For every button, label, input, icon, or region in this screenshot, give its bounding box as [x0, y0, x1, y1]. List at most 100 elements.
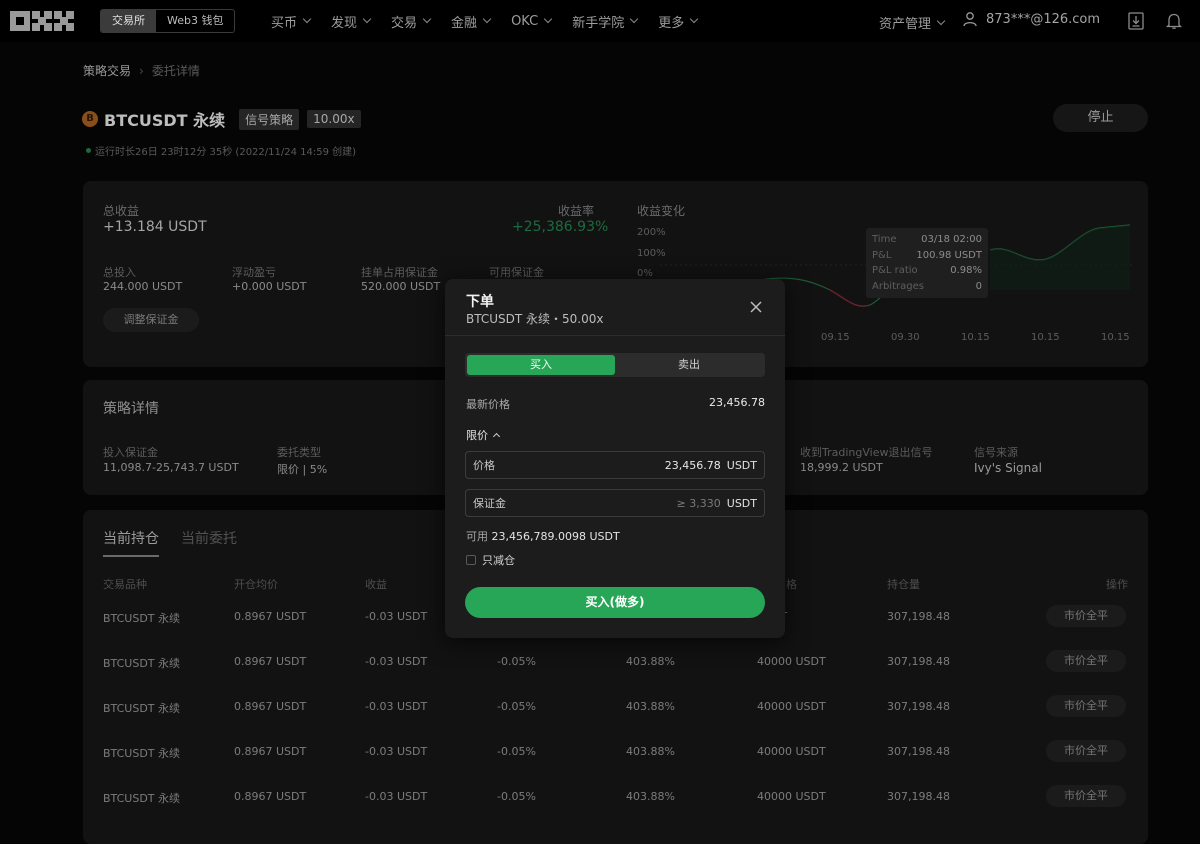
buy-tab[interactable]: 买入 [467, 355, 615, 375]
close-position-button[interactable]: 市价全平 [1046, 695, 1126, 717]
menu-buy-crypto[interactable]: 买币 [271, 12, 312, 31]
menu-finance[interactable]: 金融 [451, 12, 492, 31]
price-field[interactable]: 价格 USDT [465, 451, 765, 479]
strategy-details-title: 策略详情 [103, 401, 159, 417]
modal-subtitle: BTCUSDT 永续・50.00x [466, 312, 604, 326]
column-header: 操作 [1106, 578, 1128, 591]
adjust-margin-button[interactable]: 调整保证金 [103, 308, 199, 332]
table-cell: 40000 USDT [757, 790, 826, 803]
close-position-button[interactable]: 市价全平 [1046, 650, 1126, 672]
modal-title: 下单 [466, 294, 494, 310]
main-menu: 买币 发现 交易 金融 OKC 新手学院 更多 [271, 0, 718, 42]
stat-value: 244.000 USDT [103, 280, 183, 293]
yield-label: 收益率 [558, 204, 595, 218]
menu-academy[interactable]: 新手学院 [572, 12, 639, 31]
table-cell: -0.05% [497, 790, 536, 803]
reduce-only-label: 只减仓 [482, 554, 515, 567]
chart-title: 收益变化 [637, 204, 686, 218]
breadcrumb-strategy-trading[interactable]: 策略交易 [83, 62, 131, 79]
detail-value: 限价 | 5% [277, 463, 328, 476]
table-cell: 0.8967 USDT [234, 610, 307, 623]
running-dot-icon [86, 148, 91, 153]
stop-button[interactable]: 停止 [1053, 104, 1148, 132]
x-tick-label: 09.30 [891, 332, 920, 343]
table-cell: 0.8967 USDT [234, 700, 307, 713]
close-position-button[interactable]: 市价全平 [1046, 740, 1126, 762]
bell-icon[interactable] [1164, 11, 1184, 31]
stat-label: 总投入 [103, 266, 136, 279]
column-header: 格 [786, 578, 797, 591]
sell-tab[interactable]: 卖出 [615, 355, 763, 375]
close-icon[interactable] [748, 299, 764, 315]
table-cell: -0.03 USDT [365, 790, 428, 803]
tab-current-orders[interactable]: 当前委托 [181, 528, 237, 557]
menu-discover[interactable]: 发现 [331, 12, 372, 31]
x-tick-label: 10.15 [961, 332, 990, 343]
table-cell: 403.88% [626, 745, 675, 758]
download-icon[interactable] [1126, 11, 1146, 31]
chart-tooltip: Time 03/18 02:00 P&L 100.98 USDT P&L ratio… [866, 228, 988, 298]
table-cell: 403.88% [626, 655, 675, 668]
detail-value: 11,098.7-25,743.7 USDT [103, 461, 239, 474]
table-cell: 403.88% [626, 790, 675, 803]
table-cell: 0.8967 USDT [234, 655, 307, 668]
price-input[interactable] [610, 458, 721, 472]
buy-long-button[interactable]: 买入(做多) [465, 587, 765, 618]
close-position-button[interactable]: 市价全平 [1046, 605, 1126, 627]
stat-label: 挂单占用保证金 [361, 266, 438, 279]
table-cell: BTCUSDT 永续 [103, 792, 181, 805]
column-header: 持仓量 [887, 578, 920, 591]
table-cell: 40000 USDT [757, 655, 826, 668]
price-label: 价格 [473, 459, 495, 472]
profit-area [990, 225, 1130, 290]
menu-more[interactable]: 更多 [658, 12, 699, 31]
available-label: 可用 [466, 530, 488, 543]
user-account[interactable]: 873***@126.com [962, 11, 1100, 27]
order-type-label: 限价 [466, 429, 488, 442]
table-cell: BTCUSDT 永续 [103, 747, 181, 760]
table-cell: 0.8967 USDT [234, 790, 307, 803]
stat-label: 可用保证金 [489, 266, 544, 279]
positions-tabs: 当前持仓 当前委托 [103, 528, 237, 557]
chevron-down-icon [302, 14, 312, 24]
x-tick-label: 09.15 [821, 332, 850, 343]
table-cell: BTCUSDT 永续 [103, 702, 181, 715]
table-cell: 403.88% [626, 700, 675, 713]
chevron-up-icon [492, 432, 501, 441]
strategy-type-tag: 信号策略 [239, 108, 300, 130]
total-profit-label: 总收益 [103, 204, 140, 218]
btc-coin-icon: B [82, 111, 98, 127]
profit-line-negative [829, 289, 871, 307]
table-cell: BTCUSDT 永续 [103, 657, 181, 670]
segment-web3-wallet[interactable]: Web3 钱包 [156, 10, 234, 32]
table-cell: 40000 USDT [757, 700, 826, 713]
table-cell: BTCUSDT 永续 [103, 612, 181, 625]
order-modal: 下单 BTCUSDT 永续・50.00x 买入 卖出 最新价格 23,456.7… [445, 279, 785, 638]
table-cell: -0.03 USDT [365, 655, 428, 668]
order-type-dropdown[interactable]: 限价 [466, 427, 501, 443]
reduce-only-option[interactable]: 只减仓 [466, 552, 515, 568]
available-value: 23,456,789.0098 USDT [491, 530, 620, 543]
close-position-button[interactable]: 市价全平 [1046, 785, 1126, 807]
menu-okc[interactable]: OKC [511, 14, 553, 29]
x-tick-label: 10.15 [1031, 332, 1060, 343]
modal-divider [445, 335, 785, 336]
table-cell: 307,198.48 [887, 610, 950, 623]
menu-asset-management[interactable]: 资产管理 [879, 13, 946, 32]
column-header: 收益 [365, 578, 387, 591]
price-unit: USDT [726, 458, 757, 472]
chevron-down-icon [482, 14, 492, 24]
menu-trade[interactable]: 交易 [391, 12, 432, 31]
table-cell: -0.03 USDT [365, 700, 428, 713]
okx-logo[interactable] [10, 11, 74, 31]
margin-input[interactable] [610, 496, 721, 510]
table-cell: 307,198.48 [887, 790, 950, 803]
segment-exchange[interactable]: 交易所 [101, 10, 156, 32]
stat-value: +0.000 USDT [232, 280, 307, 293]
tab-current-positions[interactable]: 当前持仓 [103, 528, 159, 557]
top-navigation: 交易所 Web3 钱包 买币 发现 交易 金融 OKC 新手学院 更多 资产管理… [0, 0, 1200, 42]
margin-field[interactable]: 保证金 USDT [465, 489, 765, 517]
chevron-down-icon [362, 14, 372, 24]
reduce-only-checkbox[interactable] [466, 555, 476, 565]
column-header: 开仓均价 [234, 578, 278, 591]
